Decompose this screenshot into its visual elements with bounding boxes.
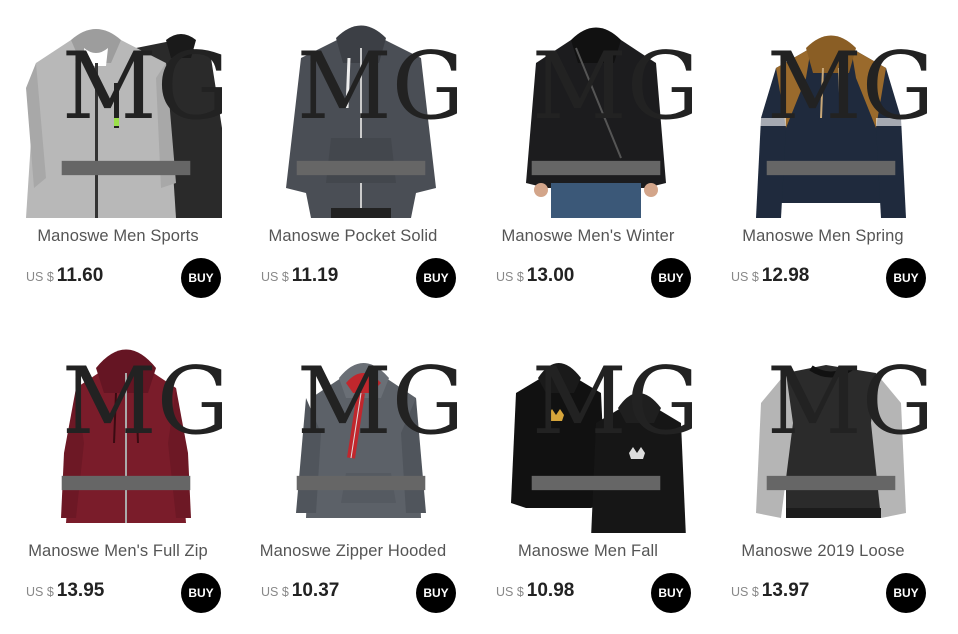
product-image[interactable]: MG <box>26 18 222 218</box>
product-card[interactable]: MG Manoswe Men Fall US $ 10.98 BUY <box>470 315 706 615</box>
product-image[interactable]: MG <box>731 333 927 533</box>
currency-label: US $ <box>496 270 524 284</box>
svg-text:MG: MG <box>62 32 222 140</box>
price: US $ 13.00 <box>496 265 574 293</box>
price: US $ 12.98 <box>731 265 809 293</box>
brand-logo-icon: MG <box>296 32 457 176</box>
product-title[interactable]: Manoswe Men's Winter <box>470 227 706 246</box>
currency-label: US $ <box>26 270 54 284</box>
price-value: 10.98 <box>526 580 575 601</box>
product-image[interactable]: MG <box>731 18 927 218</box>
product-image[interactable]: MG <box>496 333 692 533</box>
currency-label: US $ <box>731 270 759 284</box>
product-card[interactable]: MG Manoswe Men's Full Zip US $ 13.95 BUY <box>0 315 236 615</box>
currency-label: US $ <box>261 585 289 599</box>
svg-text:MG: MG <box>297 347 457 455</box>
price-value: 13.00 <box>526 265 575 286</box>
svg-text:MG: MG <box>767 32 927 140</box>
price: US $ 11.60 <box>26 265 103 293</box>
price: US $ 13.95 <box>26 580 104 608</box>
product-card[interactable]: MG Manoswe Men Sports US $ 11.60 BUY <box>0 0 236 300</box>
price-value: 12.98 <box>761 265 810 286</box>
price: US $ 11.19 <box>261 265 338 293</box>
brand-logo-icon: MG <box>766 347 927 491</box>
brand-logo-icon: MG <box>61 32 222 176</box>
product-card[interactable]: MG Manoswe Men Spring US $ 12.98 BUY <box>705 0 941 300</box>
brand-logo-icon: MG <box>296 347 457 491</box>
price: US $ 10.98 <box>496 580 574 608</box>
product-card[interactable]: MG Manoswe Men's Winter US $ 13.00 BUY <box>470 0 706 300</box>
buy-button[interactable]: BUY <box>416 573 456 613</box>
product-card[interactable]: MG Manoswe Pocket Solid US $ 11.19 BUY <box>235 0 471 300</box>
product-title[interactable]: Manoswe Men Sports <box>0 227 236 246</box>
currency-label: US $ <box>26 585 54 599</box>
brand-logo-icon: MG <box>531 347 692 491</box>
price-value: 11.19 <box>291 265 339 286</box>
svg-text:MG: MG <box>532 347 692 455</box>
product-title[interactable]: Manoswe Men Fall <box>470 542 706 561</box>
product-title[interactable]: Manoswe Pocket Solid <box>235 227 471 246</box>
price-value: 11.60 <box>56 265 104 286</box>
currency-label: US $ <box>261 270 289 284</box>
price: US $ 10.37 <box>261 580 339 608</box>
price-value: 13.97 <box>761 580 810 601</box>
brand-logo-icon: MG <box>766 32 927 176</box>
product-image[interactable]: MG <box>261 18 457 218</box>
buy-button[interactable]: BUY <box>886 573 926 613</box>
currency-label: US $ <box>496 585 524 599</box>
brand-logo-icon: MG <box>61 347 222 491</box>
svg-text:MG: MG <box>297 32 457 140</box>
product-image[interactable]: MG <box>26 333 222 533</box>
svg-text:MG: MG <box>532 32 692 140</box>
buy-button[interactable]: BUY <box>651 573 691 613</box>
product-grid: MG Manoswe Men Sports US $ 11.60 BUY MG <box>0 0 958 634</box>
svg-text:MG: MG <box>62 347 222 455</box>
price: US $ 13.97 <box>731 580 809 608</box>
brand-logo-icon: MG <box>531 32 692 176</box>
product-title[interactable]: Manoswe Men Spring <box>705 227 941 246</box>
currency-label: US $ <box>731 585 759 599</box>
product-title[interactable]: Manoswe Zipper Hooded <box>235 542 471 561</box>
product-image[interactable]: MG <box>496 18 692 218</box>
product-title[interactable]: Manoswe Men's Full Zip <box>0 542 236 561</box>
svg-text:MG: MG <box>767 347 927 455</box>
buy-button[interactable]: BUY <box>416 258 456 298</box>
product-card[interactable]: MG Manoswe Zipper Hooded US $ 10.37 BUY <box>235 315 471 615</box>
product-title[interactable]: Manoswe 2019 Loose <box>705 542 941 561</box>
buy-button[interactable]: BUY <box>886 258 926 298</box>
product-image[interactable]: MG <box>261 333 457 533</box>
buy-button[interactable]: BUY <box>181 258 221 298</box>
product-card[interactable]: MG Manoswe 2019 Loose US $ 13.97 BUY <box>705 315 941 615</box>
buy-button[interactable]: BUY <box>651 258 691 298</box>
price-value: 13.95 <box>56 580 105 601</box>
buy-button[interactable]: BUY <box>181 573 221 613</box>
price-value: 10.37 <box>291 580 340 601</box>
